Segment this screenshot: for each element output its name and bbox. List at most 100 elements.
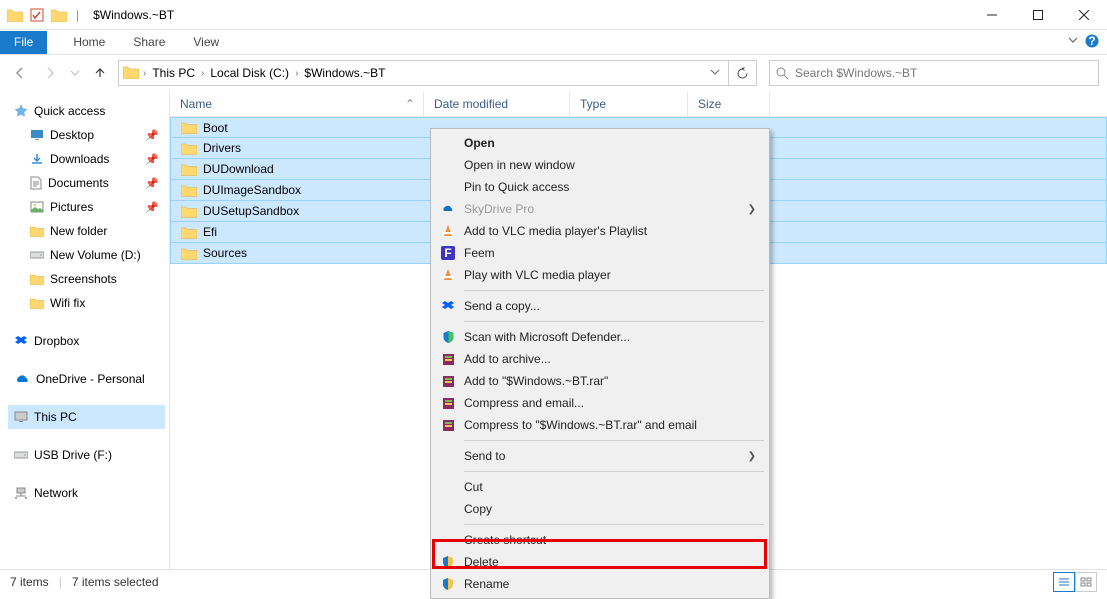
sidebar-item-desktop[interactable]: Desktop 📌 — [8, 123, 165, 147]
ctx-skydrive[interactable]: SkyDrive Pro❯ — [434, 198, 766, 220]
sidebar-thispc[interactable]: This PC — [8, 405, 165, 429]
sidebar-item-documents[interactable]: Documents📌 — [8, 171, 165, 195]
sidebar-item-downloads[interactable]: Downloads📌 — [8, 147, 165, 171]
folder-icon — [30, 273, 44, 285]
search-input[interactable]: Search $Windows.~BT — [769, 60, 1099, 86]
folder-icon — [181, 121, 197, 134]
folder-icon — [181, 247, 197, 260]
winrar-icon — [440, 373, 456, 389]
svg-text:F: F — [444, 246, 451, 260]
tab-home[interactable]: Home — [59, 30, 119, 55]
sidebar-item-newvolume[interactable]: New Volume (D:) — [8, 243, 165, 267]
sidebar-network[interactable]: Network — [8, 481, 165, 505]
folder-icon — [30, 297, 44, 309]
folder-icon — [181, 226, 197, 239]
ctx-compress-rar-email[interactable]: Compress to "$Windows.~BT.rar" and email — [434, 414, 766, 436]
file-name: DUSetupSandbox — [203, 204, 299, 218]
chevron-right-icon[interactable]: › — [293, 68, 300, 79]
desktop-icon — [30, 129, 44, 141]
sidebar-item-label: New folder — [50, 224, 107, 238]
ctx-label: Compress to "$Windows.~BT.rar" and email — [464, 418, 697, 432]
ctx-add-archive[interactable]: Add to archive... — [434, 348, 766, 370]
ctx-defender[interactable]: Scan with Microsoft Defender... — [434, 326, 766, 348]
ctx-separator — [464, 524, 764, 525]
sidebar-item-label: Wifi fix — [50, 296, 85, 310]
sidebar-onedrive[interactable]: OneDrive - Personal — [8, 367, 165, 391]
sidebar-item-label: Desktop — [50, 128, 94, 142]
breadcrumb-dropdown[interactable] — [710, 66, 724, 80]
folder-icon — [181, 142, 197, 155]
svg-text:?: ? — [1088, 34, 1095, 48]
ctx-add-rar[interactable]: Add to "$Windows.~BT.rar" — [434, 370, 766, 392]
minimize-button[interactable] — [969, 0, 1015, 30]
close-button[interactable] — [1061, 0, 1107, 30]
ctx-label: Send a copy... — [464, 299, 540, 313]
folder-icon — [30, 225, 44, 237]
sidebar-item-label: New Volume (D:) — [50, 248, 141, 262]
column-date[interactable]: Date modified — [424, 91, 570, 116]
window-title: $Windows.~BT — [93, 8, 174, 22]
tab-view[interactable]: View — [179, 30, 233, 55]
chevron-right-icon[interactable]: › — [141, 68, 148, 79]
sidebar-item-label: Documents — [48, 176, 109, 190]
forward-button[interactable] — [38, 61, 62, 85]
ctx-vlc-add[interactable]: Add to VLC media player's Playlist — [434, 220, 766, 242]
breadcrumb[interactable]: › This PC › Local Disk (C:) › $Windows.~… — [118, 60, 729, 86]
breadcrumb-drive[interactable]: Local Disk (C:) — [208, 66, 291, 80]
ctx-send-copy[interactable]: Send a copy... — [434, 295, 766, 317]
file-name: DUDownload — [203, 162, 274, 176]
pin-icon: 📌 — [145, 129, 165, 142]
file-name: Efi — [203, 225, 217, 239]
sidebar-item-label: This PC — [34, 410, 77, 424]
maximize-button[interactable] — [1015, 0, 1061, 30]
thumbnails-view-button[interactable] — [1075, 572, 1097, 592]
ctx-delete[interactable]: Delete — [434, 551, 766, 573]
column-name[interactable]: Name⌃ — [170, 91, 424, 116]
sidebar-usb[interactable]: USB Drive (F:) — [8, 443, 165, 467]
winrar-icon — [440, 395, 456, 411]
ctx-separator — [464, 440, 764, 441]
chevron-right-icon[interactable]: › — [199, 68, 206, 79]
tab-share[interactable]: Share — [119, 30, 179, 55]
ctx-vlc-play[interactable]: Play with VLC media player — [434, 264, 766, 286]
ctx-pin-quick-access[interactable]: Pin to Quick access — [434, 176, 766, 198]
sidebar-item-label: OneDrive - Personal — [36, 372, 145, 386]
winrar-icon — [440, 351, 456, 367]
ctx-compress-email[interactable]: Compress and email... — [434, 392, 766, 414]
sidebar-item-pictures[interactable]: Pictures📌 — [8, 195, 165, 219]
ctx-cut[interactable]: Cut — [434, 476, 766, 498]
column-size[interactable]: Size — [688, 91, 770, 116]
properties-icon[interactable] — [28, 6, 46, 24]
file-tab[interactable]: File — [0, 31, 47, 54]
ctx-open-new-window[interactable]: Open in new window — [434, 154, 766, 176]
column-type[interactable]: Type — [570, 91, 688, 116]
ctx-feem[interactable]: FFeem — [434, 242, 766, 264]
drive-icon — [14, 450, 28, 460]
ctx-label: Compress and email... — [464, 396, 584, 410]
ctx-rename[interactable]: Rename — [434, 573, 766, 595]
recent-dropdown[interactable] — [68, 61, 82, 85]
back-button[interactable] — [8, 61, 32, 85]
sidebar-item-wififix[interactable]: Wifi fix — [8, 291, 165, 315]
ctx-open[interactable]: Open — [434, 132, 766, 154]
details-view-button[interactable] — [1053, 572, 1075, 592]
ctx-separator — [464, 321, 764, 322]
refresh-button[interactable] — [729, 60, 757, 86]
breadcrumb-current[interactable]: $Windows.~BT — [302, 66, 387, 80]
ribbon: File Home Share View ? — [0, 30, 1107, 55]
sidebar-quick-access[interactable]: Quick access — [8, 99, 165, 123]
sidebar-item-screenshots[interactable]: Screenshots — [8, 267, 165, 291]
ctx-copy[interactable]: Copy — [434, 498, 766, 520]
folder-small-icon — [50, 6, 68, 24]
up-button[interactable] — [88, 61, 112, 85]
chevron-right-icon: ❯ — [748, 451, 756, 462]
sidebar-dropbox[interactable]: Dropbox — [8, 329, 165, 353]
defender-icon — [440, 329, 456, 345]
breadcrumb-thispc[interactable]: This PC — [150, 66, 197, 80]
help-icon[interactable]: ? — [1085, 34, 1099, 51]
folder-icon — [6, 6, 24, 24]
ctx-send-to[interactable]: Send to❯ — [434, 445, 766, 467]
ctx-create-shortcut[interactable]: Create shortcut — [434, 529, 766, 551]
sidebar-item-newfolder[interactable]: New folder — [8, 219, 165, 243]
ribbon-expand-icon[interactable] — [1067, 34, 1079, 49]
